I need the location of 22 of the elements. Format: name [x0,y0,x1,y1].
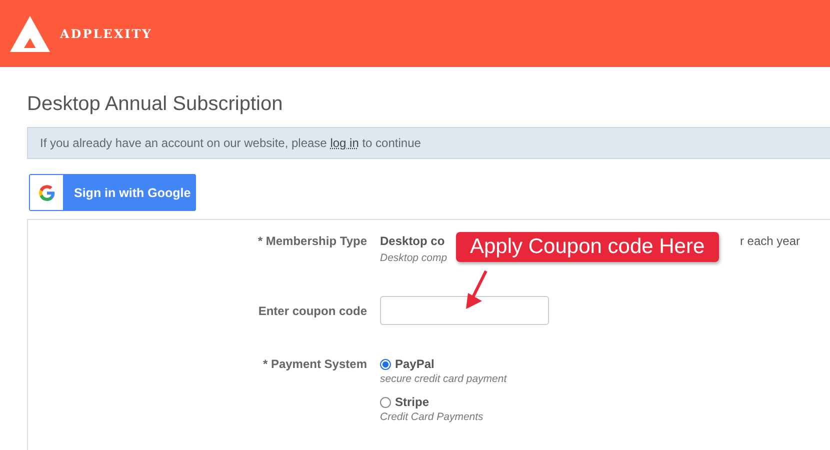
login-link[interactable]: log in [330,136,359,150]
triangle-logo-icon [10,16,50,52]
brand-name: ADPLEXITY [60,26,152,40]
page-title: Desktop Annual Subscription [27,93,284,117]
membership-name: Desktop co [380,234,445,248]
callout-label: Apply Coupon code Here [456,232,719,262]
field-label: Enter coupon code [257,304,368,320]
coupon-input[interactable] [380,296,549,325]
notice-text: If you already have an account on our website, please log in to continue [40,136,421,150]
field-label: * Membership Type [256,234,368,250]
radio-button[interactable] [380,358,391,370]
membership-price: r each year [740,234,800,248]
payment-option-name: PayPal [395,357,434,371]
google-signin-button[interactable]: Sign in with Google [29,174,196,211]
radio-button[interactable] [380,396,391,408]
field-label: * Payment System [262,357,368,373]
payment-option-name: Stripe [395,395,430,409]
arrow-icon [464,269,488,311]
membership-description: Desktop comp [380,252,448,264]
payment-option-description: secure credit card payment [380,373,507,385]
google-g-icon [38,184,54,200]
payment-option-description: Credit Card Payments [380,411,484,423]
